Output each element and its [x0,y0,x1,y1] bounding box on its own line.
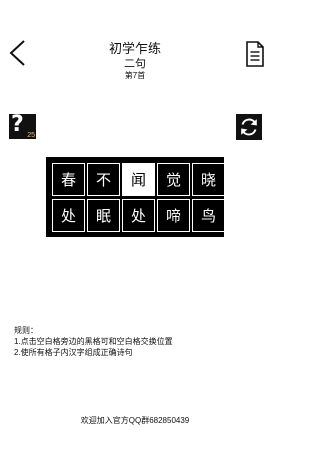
character-cell[interactable]: 晓 [192,163,225,196]
rules-title: 规则： [14,326,38,335]
character-cell[interactable]: 处 [52,199,85,232]
character-cell[interactable]: 鸟 [192,199,225,232]
footer-qq-group: 欢迎加入官方QQ群682850439 [80,416,190,425]
hint-button[interactable]: ? 25 [9,112,36,139]
puzzle-board: 春不闻觉晓处眠处啼鸟 [46,157,225,237]
character-cell[interactable]: 眠 [87,199,120,232]
character-cell[interactable]: 春 [52,163,85,196]
document-icon [246,41,264,67]
character-cell[interactable]: 觉 [157,163,190,196]
hint-count-badge: 25 [27,132,35,139]
page-subtitle: 二句 [124,58,146,70]
rule-item: 1.点击空白格旁边的黑格可和空白格交换位置 [14,337,173,346]
rule-item: 2.使所有格子内汉字组成正确诗句 [14,348,133,357]
level-label: 第7首 [124,71,146,80]
poem-list-button[interactable] [244,40,266,68]
character-cell[interactable]: 不 [87,163,120,196]
character-cell[interactable]: 啼 [157,199,190,232]
question-icon: ? [11,112,24,137]
character-cell[interactable]: 处 [122,199,155,232]
refresh-icon [241,118,257,136]
refresh-button[interactable] [236,114,262,140]
blank-cell[interactable]: 闻 [122,163,155,196]
